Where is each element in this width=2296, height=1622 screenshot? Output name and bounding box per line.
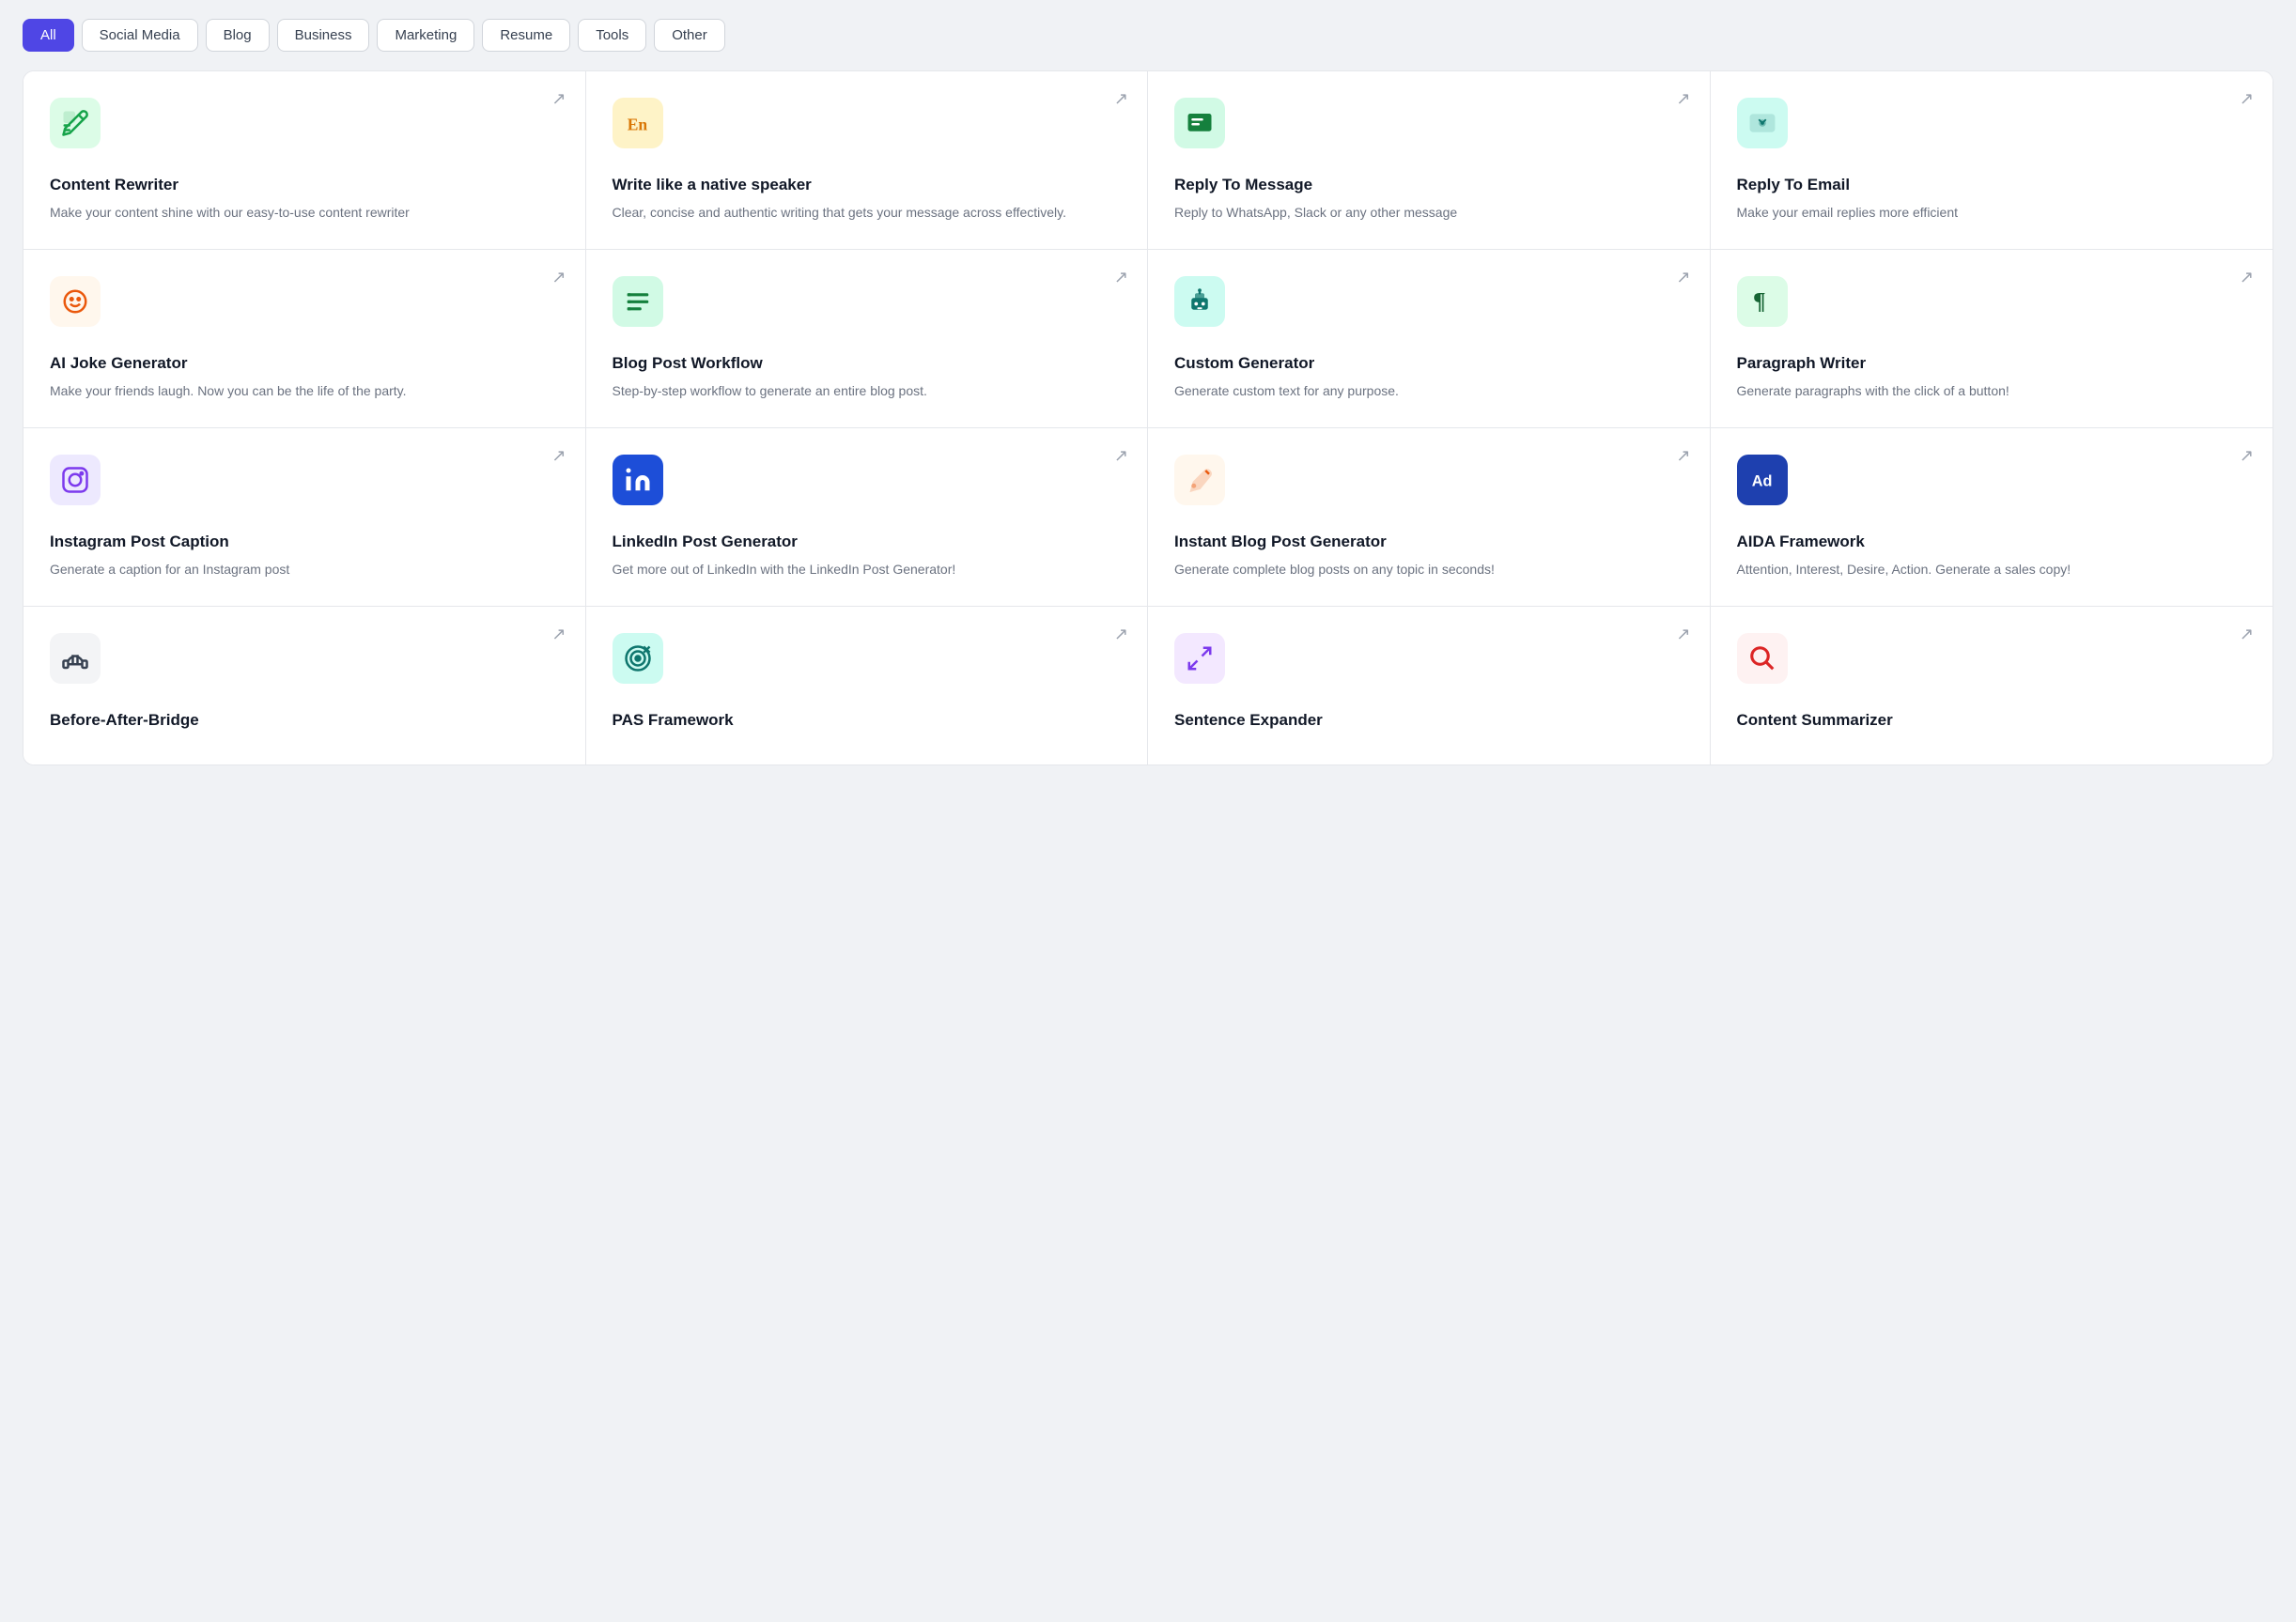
card-arrow-icon: ↗: [2240, 90, 2254, 107]
card-reply-to-email[interactable]: ↗ Reply To Email Make your email replies…: [1711, 71, 2273, 250]
card-arrow-icon: ↗: [551, 90, 566, 107]
card-arrow-icon: ↗: [1676, 447, 1690, 464]
card-title-reply-to-email: Reply To Email: [1737, 175, 2247, 195]
card-custom-generator[interactable]: ↗ Custom Generator Generate custom text …: [1148, 250, 1711, 428]
filter-btn-resume[interactable]: Resume: [482, 19, 570, 52]
card-arrow-icon: ↗: [1114, 90, 1128, 107]
svg-text:¶: ¶: [1753, 289, 1766, 315]
card-content-rewriter[interactable]: ↗ Content Rewriter Make your content shi…: [23, 71, 586, 250]
card-aida-framework[interactable]: ↗ Ad AIDA Framework Attention, Interest,…: [1711, 428, 2273, 607]
card-arrow-icon: ↗: [551, 447, 566, 464]
card-arrow-icon: ↗: [1114, 447, 1128, 464]
card-title-paragraph-writer: Paragraph Writer: [1737, 353, 2247, 374]
card-desc-ai-joke-generator: Make your friends laugh. Now you can be …: [50, 381, 559, 401]
card-icon-ai-joke-generator: [50, 276, 101, 327]
card-arrow-icon: ↗: [1676, 269, 1690, 286]
card-arrow-icon: ↗: [551, 626, 566, 642]
filter-btn-all[interactable]: All: [23, 19, 74, 52]
card-blog-post-workflow[interactable]: ↗ Blog Post Workflow Step-by-step workfl…: [586, 250, 1149, 428]
card-icon-reply-to-message: [1174, 98, 1225, 148]
card-desc-instagram-post-caption: Generate a caption for an Instagram post: [50, 560, 559, 579]
card-desc-linkedin-post-generator: Get more out of LinkedIn with the Linked…: [613, 560, 1122, 579]
card-arrow-icon: ↗: [2240, 626, 2254, 642]
card-desc-content-rewriter: Make your content shine with our easy-to…: [50, 203, 559, 223]
card-icon-pas-framework: [613, 633, 663, 684]
card-title-instant-blog-post: Instant Blog Post Generator: [1174, 532, 1683, 552]
card-title-instagram-post-caption: Instagram Post Caption: [50, 532, 559, 552]
card-desc-reply-to-email: Make your email replies more efficient: [1737, 203, 2247, 223]
card-title-content-summarizer: Content Summarizer: [1737, 710, 2247, 731]
card-paragraph-writer[interactable]: ↗ ¶ Paragraph Writer Generate paragraphs…: [1711, 250, 2273, 428]
card-arrow-icon: ↗: [1114, 626, 1128, 642]
card-icon-content-rewriter: [50, 98, 101, 148]
card-linkedin-post-generator[interactable]: ↗ LinkedIn Post Generator Get more out o…: [586, 428, 1149, 607]
card-title-native-speaker: Write like a native speaker: [613, 175, 1122, 195]
card-arrow-icon: ↗: [2240, 447, 2254, 464]
card-desc-paragraph-writer: Generate paragraphs with the click of a …: [1737, 381, 2247, 401]
card-desc-native-speaker: Clear, concise and authentic writing tha…: [613, 203, 1122, 223]
card-title-aida-framework: AIDA Framework: [1737, 532, 2247, 552]
card-desc-custom-generator: Generate custom text for any purpose.: [1174, 381, 1683, 401]
card-title-pas-framework: PAS Framework: [613, 710, 1122, 731]
card-icon-before-after-bridge: [50, 633, 101, 684]
tools-grid: ↗ Content Rewriter Make your content shi…: [23, 71, 2273, 765]
card-desc-instant-blog-post: Generate complete blog posts on any topi…: [1174, 560, 1683, 579]
grid-container: ↗ Content Rewriter Make your content shi…: [23, 70, 2273, 765]
card-icon-instagram-post-caption: [50, 455, 101, 505]
svg-text:En: En: [627, 116, 647, 134]
card-icon-aida-framework: Ad: [1737, 455, 1788, 505]
filter-btn-blog[interactable]: Blog: [206, 19, 270, 52]
svg-text:Ad: Ad: [1751, 472, 1772, 489]
card-desc-aida-framework: Attention, Interest, Desire, Action. Gen…: [1737, 560, 2247, 579]
card-icon-reply-to-email: [1737, 98, 1788, 148]
card-icon-linkedin-post-generator: [613, 455, 663, 505]
card-icon-content-summarizer: [1737, 633, 1788, 684]
card-desc-blog-post-workflow: Step-by-step workflow to generate an ent…: [613, 381, 1122, 401]
card-title-before-after-bridge: Before-After-Bridge: [50, 710, 559, 731]
card-ai-joke-generator[interactable]: ↗ AI Joke Generator Make your friends la…: [23, 250, 586, 428]
filter-btn-tools[interactable]: Tools: [578, 19, 646, 52]
card-arrow-icon: ↗: [2240, 269, 2254, 286]
card-arrow-icon: ↗: [1676, 626, 1690, 642]
filter-btn-business[interactable]: Business: [277, 19, 370, 52]
card-icon-sentence-expander: [1174, 633, 1225, 684]
card-arrow-icon: ↗: [1114, 269, 1128, 286]
card-content-summarizer[interactable]: ↗ Content Summarizer: [1711, 607, 2273, 765]
filter-btn-social-media[interactable]: Social Media: [82, 19, 198, 52]
card-icon-native-speaker: En: [613, 98, 663, 148]
card-title-reply-to-message: Reply To Message: [1174, 175, 1683, 195]
card-reply-to-message[interactable]: ↗ Reply To Message Reply to WhatsApp, Sl…: [1148, 71, 1711, 250]
card-icon-paragraph-writer: ¶: [1737, 276, 1788, 327]
card-icon-blog-post-workflow: [613, 276, 663, 327]
card-before-after-bridge[interactable]: ↗ Before-After-Bridge: [23, 607, 586, 765]
card-arrow-icon: ↗: [1676, 90, 1690, 107]
card-title-custom-generator: Custom Generator: [1174, 353, 1683, 374]
card-title-blog-post-workflow: Blog Post Workflow: [613, 353, 1122, 374]
card-title-sentence-expander: Sentence Expander: [1174, 710, 1683, 731]
card-icon-instant-blog-post: [1174, 455, 1225, 505]
card-title-linkedin-post-generator: LinkedIn Post Generator: [613, 532, 1122, 552]
card-title-ai-joke-generator: AI Joke Generator: [50, 353, 559, 374]
card-sentence-expander[interactable]: ↗ Sentence Expander: [1148, 607, 1711, 765]
card-pas-framework[interactable]: ↗ PAS Framework: [586, 607, 1149, 765]
filter-btn-marketing[interactable]: Marketing: [377, 19, 474, 52]
card-arrow-icon: ↗: [551, 269, 566, 286]
card-instant-blog-post[interactable]: ↗ Instant Blog Post Generator Generate c…: [1148, 428, 1711, 607]
filter-bar: AllSocial MediaBlogBusinessMarketingResu…: [23, 19, 2273, 52]
card-instagram-post-caption[interactable]: ↗ Instagram Post Caption Generate a capt…: [23, 428, 586, 607]
card-title-content-rewriter: Content Rewriter: [50, 175, 559, 195]
filter-btn-other[interactable]: Other: [654, 19, 725, 52]
card-desc-reply-to-message: Reply to WhatsApp, Slack or any other me…: [1174, 203, 1683, 223]
card-icon-custom-generator: [1174, 276, 1225, 327]
card-native-speaker[interactable]: ↗ En Write like a native speaker Clear, …: [586, 71, 1149, 250]
